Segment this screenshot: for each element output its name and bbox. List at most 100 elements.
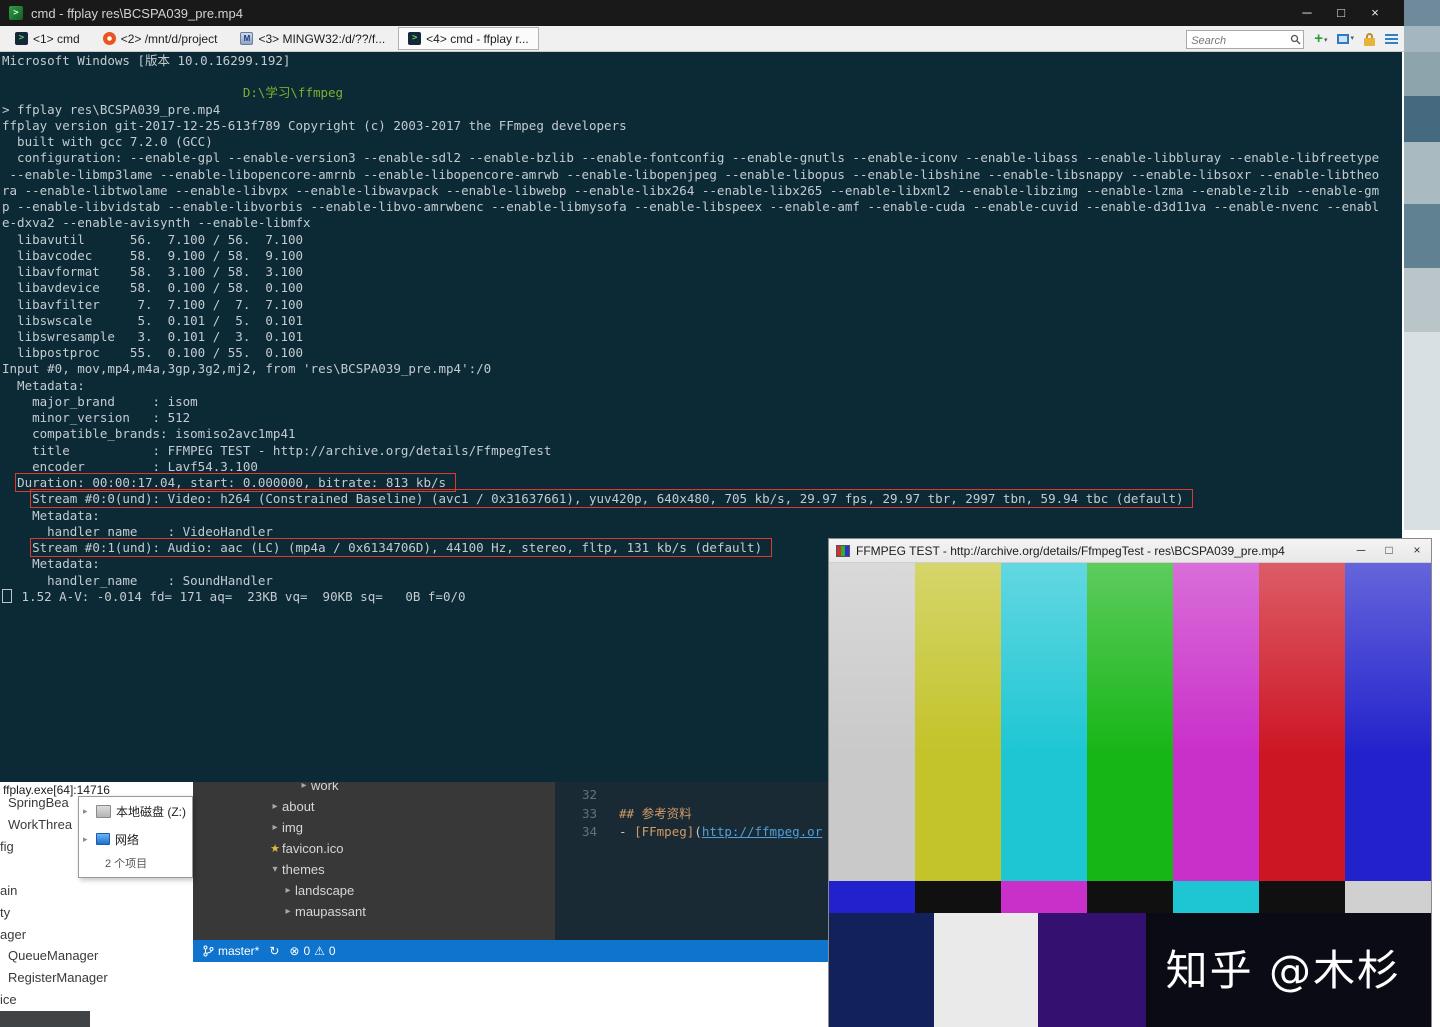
search-input[interactable] [1187,32,1304,49]
color-bar [1173,881,1259,913]
tab-2-wsl[interactable]: <2> /mnt/d/project [93,27,228,50]
terminal-line: libavdevice 58. 0.100 / 58. 0.100 [2,280,304,296]
minimize-button[interactable]: ─ [1290,0,1324,26]
tree-item-label: themes [282,862,325,877]
minimize-button[interactable]: ─ [1347,539,1375,562]
view-mode-button[interactable]: ▾ [1337,34,1354,44]
color-bar [829,563,915,881]
tab-label: <2> /mnt/d/project [120,31,218,46]
search-box [1186,29,1305,49]
video-canvas: 知乎 @木杉 [829,563,1431,1027]
drive-item-z[interactable]: ▸ 本地磁盘 (Z:) [79,797,192,825]
close-button[interactable]: × [1403,539,1431,562]
terminal-line: D:\学习\ffmpeg [2,85,344,101]
new-console-button[interactable]: + ▾ [1314,30,1328,47]
chevron-right-icon: ▸ [285,885,291,896]
color-bar [915,881,1001,913]
color-bar [1173,563,1259,881]
search-icon [1291,34,1301,44]
terminal-line: > ffplay res\BCSPA039_pre.mp4 [2,101,221,117]
terminal-line: configuration: --enable-gpl --enable-ver… [2,150,1380,166]
chevron-right-icon: ▸ [285,906,291,917]
refresh-icon: ↻ [269,944,280,958]
network-icon [96,833,110,845]
color-block [933,913,1039,1027]
chevron-right-icon: ▸ [272,801,278,812]
problems-indicator[interactable]: ⊗ 0 ⚠ 0 [289,944,335,958]
terminal-line: ffplay version git-2017-12-25-613f789 Co… [2,117,627,133]
lock-icon [1364,32,1375,46]
watermark: 知乎 @木杉 [1165,946,1401,995]
ide-tree-fragment: WorkThrea [8,817,73,832]
ffplay-window-title: FFMPEG TEST - http://archive.org/details… [856,543,1285,558]
chevron-down-icon: ▾ [1323,37,1328,44]
error-icon: ⊗ [289,944,300,958]
tree-item-favicon-ico[interactable]: ★ favicon.ico [193,838,555,859]
editor-line: 33 ## 参考资料 [555,805,828,824]
chevron-down-icon: ▾ [1350,35,1354,42]
tab-label: <1> cmd [33,31,80,46]
git-branch-indicator[interactable]: master* [203,944,259,958]
terminal-line: ra --enable-libtwolame --enable-libvpx -… [2,182,1380,198]
chevron-right-icon: ▸ [83,833,88,844]
ffplay-title-bar[interactable]: FFMPEG TEST - http://archive.org/details… [829,539,1431,563]
line-number: 32 [581,787,597,802]
terminal-line: minor_version : 512 [2,410,191,426]
code-editor[interactable]: 32 33 ## 参考资料 34 - [FFmpeg](http://ffmpe… [555,770,828,940]
tree-item-maupassant[interactable]: ▸ maupassant [193,901,555,922]
plus-icon: + [1314,30,1323,47]
chevron-down-icon: ▾ [272,864,278,875]
window-controls: ─ □ × [1290,0,1392,26]
ide-tree-fragment: ager [0,927,27,942]
editor-line: 34 - [FFmpeg](http://ffmpeg.or [555,823,828,842]
tree-item-label: about [282,799,315,814]
terminal-line: Input #0, mov,mp4,m4a,3gp,3g2,mj2, from … [2,361,492,377]
line-number: 33 [581,805,597,821]
terminal-line: libswresample 3. 0.101 / 3. 0.101 [2,328,304,344]
tab-strip: > <1> cmd <2> /mnt/d/project M <3> MINGW32:/… [0,27,539,50]
tab-label: <3> MINGW32:/d/??/f... [258,31,386,46]
terminal-cursor [2,588,12,603]
terminal-line: libavformat 58. 3.100 / 58. 3.100 [2,264,304,280]
terminal-line: Metadata: [2,377,85,393]
window-title: cmd - ffplay res\BCSPA039_pre.mp4 [31,5,243,21]
tab-4-ffplay[interactable]: > <4> cmd - ffplay r... [398,27,539,50]
file-tree: ▸ work ▸ about ▸ img ★ favicon.ico ▾ themes ▸ lands… [193,770,555,940]
ffplay-app-icon [836,544,850,557]
ide-tree-fragment: fig [0,839,14,854]
conemu-title-bar[interactable]: > cmd - ffplay res\BCSPA039_pre.mp4 ─ □ … [0,0,1440,26]
tree-item-about[interactable]: ▸ about [193,796,555,817]
tree-item-themes[interactable]: ▾ themes [193,859,555,880]
tree-item-label: favicon.ico [282,841,344,856]
tree-item-label: maupassant [295,904,366,919]
ide-tree-fragment: ain [0,883,18,898]
menu-button[interactable] [1385,34,1398,44]
ide-tree-fragment: QueueManager [8,948,99,963]
sync-button[interactable]: ↻ [269,944,279,958]
smpte-top-bars [829,563,1431,881]
close-button[interactable]: × [1358,0,1392,26]
tab-1-cmd[interactable]: > <1> cmd [5,27,90,50]
editor-line: 32 [555,786,828,805]
lock-button[interactable] [1364,32,1375,46]
markdown-heading: ## 参考资料 [619,805,692,821]
ubuntu-icon [102,32,116,45]
network-item[interactable]: ▸ 网络 [79,825,192,853]
tab-3-mingw[interactable]: M <3> MINGW32:/d/??/f... [230,27,395,50]
terminal-line: Stream #0:0(und): Video: h264 (Constrain… [2,489,1402,509]
warning-count: 0 [328,944,336,958]
tree-item-img[interactable]: ▸ img [193,817,555,838]
network-label: 网络 [115,832,140,847]
markdown-link-url[interactable]: http://ffmpeg.or [702,823,822,842]
color-bar [1001,881,1087,913]
maximize-button[interactable]: □ [1324,0,1358,26]
smpte-middle-bars [829,881,1431,913]
terminal-line: e-dxva2 --enable-avisynth --enable-libmf… [2,215,311,231]
terminal-output: Microsoft Windows [版本 10.0.16299.192] D:… [2,53,1402,605]
tree-item-landscape[interactable]: ▸ landscape [193,880,555,901]
tree-item-label: img [282,820,303,835]
terminal-line: Microsoft Windows [版本 10.0.16299.192] [2,53,291,68]
maximize-button[interactable]: □ [1375,539,1403,562]
terminal-line: libavfilter 7. 7.100 / 7. 7.100 [2,296,304,312]
color-bar [1087,881,1173,913]
